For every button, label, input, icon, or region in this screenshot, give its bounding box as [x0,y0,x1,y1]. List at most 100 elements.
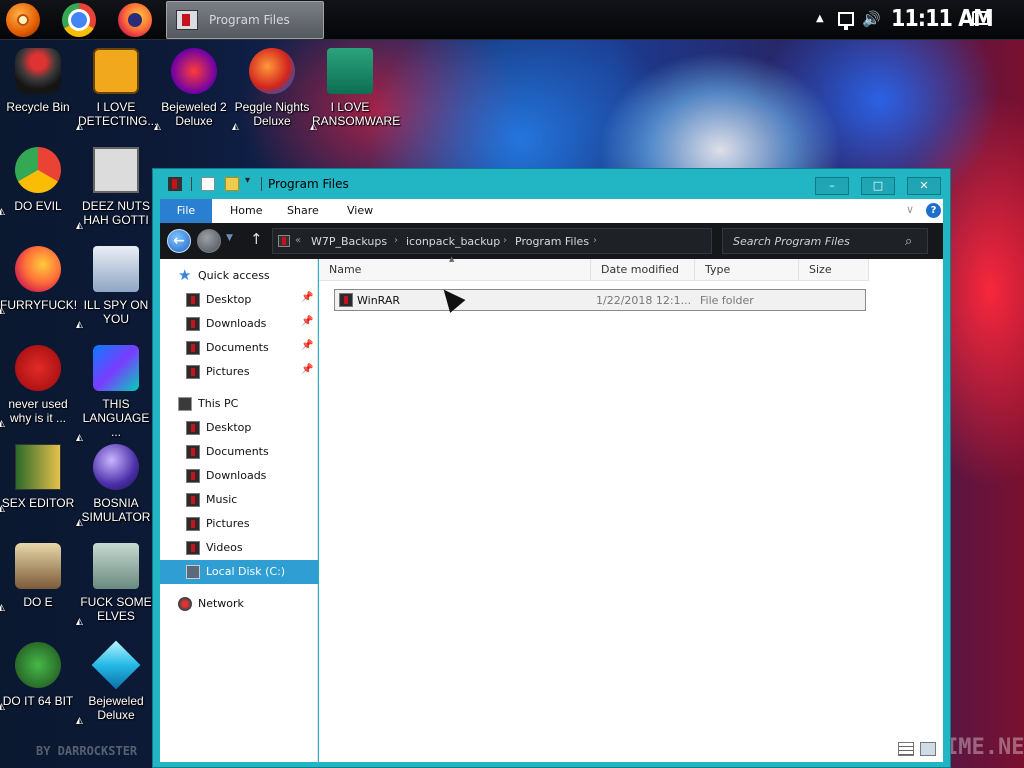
column-header-type[interactable]: Type [695,259,799,281]
volume-icon[interactable]: 🔊 [862,10,881,28]
details-view-icon[interactable] [898,742,914,756]
breadcrumb-item[interactable]: Program Files [515,235,589,248]
taskbar-button-program-files[interactable]: Program Files [166,1,324,39]
shortcut-arrow-icon: ◭ [76,221,83,231]
desktop-icon[interactable]: ◭ THIS LANGUAGE ... [76,345,154,443]
new-folder-icon[interactable] [225,177,239,191]
show-hidden-icons-icon[interactable]: ▲ [816,13,824,24]
tab-share[interactable]: Share [287,204,319,217]
action-center-icon[interactable] [972,11,989,25]
forward-button[interactable] [197,229,221,253]
desktop-icon[interactable]: Recycle Bin [0,48,76,114]
nav-this-pc[interactable]: This PC [160,392,318,416]
tab-view[interactable]: View [347,204,373,217]
nav-item-videos[interactable]: Videos [160,536,318,560]
large-icons-view-icon[interactable] [920,742,936,756]
properties-icon[interactable] [201,177,215,191]
breadcrumb-item[interactable]: iconpack_backup [406,235,500,248]
breadcrumb-separator-icon[interactable]: « [295,235,301,246]
shortcut-arrow-icon: ◭ [76,716,83,726]
desktop-icon[interactable]: ◭ ILL SPY ON YOU [76,246,154,330]
desktop-icon[interactable]: ◭ Bejeweled 2 Deluxe [154,48,232,132]
desktop-icon-label: I LOVE RANSOMWARE [312,100,401,128]
breadcrumb-separator-icon[interactable]: › [503,235,507,246]
desktop-icon[interactable]: ◭ DO IT 64 BIT [0,642,76,712]
breadcrumb-separator-icon[interactable]: › [394,235,398,246]
desktop-icon-label: Recycle Bin [6,100,70,114]
close-button[interactable]: ✕ [907,177,941,195]
minimize-button[interactable]: – [815,177,849,195]
pin-icon[interactable]: 📌 [301,316,313,327]
nav-item-label: Desktop [206,421,252,434]
nav-item-pictures[interactable]: Pictures 📌 [160,360,318,384]
nav-item-label: Music [206,493,238,506]
address-bar[interactable]: « W7P_Backups › iconpack_backup › Progra… [272,228,712,254]
shortcut-arrow-icon: ◭ [0,207,5,217]
window-app-icon[interactable] [168,177,182,191]
desktop-icon[interactable]: ◭ Peggle Nights Deluxe [232,48,310,132]
network-icon[interactable] [838,12,854,30]
nav-item-documents[interactable]: Documents [160,440,318,464]
nav-item-label: Quick access [198,269,270,282]
start-orb-icon[interactable] [6,3,40,37]
desktop-icon[interactable]: ◭ FUCK SOME ELVES [76,543,154,627]
recent-locations-chevron-icon[interactable]: ▼ [226,233,233,243]
pin-icon[interactable]: 📌 [301,364,313,375]
nav-item-documents[interactable]: Documents 📌 [160,336,318,360]
file-row[interactable]: WinRAR 1/22/2018 12:1... File folder [334,289,866,311]
desktop-icon[interactable]: ◭ BOSNIA SIMULATOR [76,444,154,528]
nav-network[interactable]: Network [160,592,318,616]
desktop-icon[interactable]: ◭ DO EVIL [0,147,76,217]
customize-toolbar-chevron-icon[interactable]: ▾ [245,175,259,189]
breadcrumb-item[interactable]: W7P_Backups [311,235,387,248]
column-header-name[interactable]: Name [319,259,591,281]
nav-item-desktop[interactable]: Desktop [160,416,318,440]
desktop-icon-label: DO IT 64 BIT [2,694,74,708]
tab-home[interactable]: Home [230,204,262,217]
firefox-icon[interactable] [118,3,152,37]
pin-icon[interactable]: 📌 [301,340,313,351]
column-header-size[interactable]: Size [799,259,869,281]
nav-item-desktop[interactable]: Desktop 📌 [160,288,318,312]
maximize-button[interactable]: □ [861,177,895,195]
firefox-icon [15,246,61,292]
breadcrumb-separator-icon[interactable]: › [593,235,597,246]
shortcut-arrow-icon: ◭ [76,320,83,330]
file-name: WinRAR [357,294,401,307]
portrait-icon [15,543,61,589]
desktop-icon[interactable]: ◭ I LOVE RANSOMWARE [310,48,401,132]
desktop-icon-label: FUCK SOME ELVES [80,595,152,623]
desktop-icon[interactable]: ◭ DEEZ NUTS HAH GOTTI [76,147,154,231]
shortcut-arrow-icon: ◭ [0,306,5,316]
tab-file[interactable]: File [160,199,212,223]
column-header-date-modified[interactable]: Date modified [591,259,695,281]
folder-icon [186,421,200,435]
folder-icon [186,445,200,459]
search-input[interactable]: Search Program Files ⌕ [722,228,928,254]
desktop-icon[interactable]: ◭ FURRYFUCK! [0,246,78,316]
nav-item-music[interactable]: Music [160,488,318,512]
nav-item-downloads[interactable]: Downloads 📌 [160,312,318,336]
expand-ribbon-chevron-icon[interactable]: ∨ [906,203,914,216]
separator [261,177,262,191]
desktop-icon[interactable]: ◭ I LOVE DETECTING... [76,48,157,132]
back-button[interactable]: ← [167,229,191,253]
title-bar[interactable]: ▾ Program Files – □ ✕ [153,169,950,199]
explorer-window: ▾ Program Files – □ ✕ File Home Share Vi… [152,168,951,768]
help-icon[interactable]: ? [926,203,941,218]
nav-item-downloads[interactable]: Downloads [160,464,318,488]
desktop-icon[interactable]: ◭ SEX EDITOR [0,444,76,514]
separator [191,177,192,191]
desktop-icon-label: FURRYFUCK! [0,298,78,312]
nav-item-pictures[interactable]: Pictures [160,512,318,536]
up-arrow-icon[interactable]: ↑ [250,230,263,248]
desktop-icon[interactable]: ◭ never used why is it ... [0,345,76,429]
pin-icon[interactable]: 📌 [301,292,313,303]
search-icon[interactable]: ⌕ [905,234,912,249]
desktop-icon[interactable]: ◭ Bejeweled Deluxe [76,640,154,726]
nav-item-local-disk-c[interactable]: Local Disk (C:) [160,560,318,584]
desktop-icon[interactable]: ◭ DO E [0,543,76,613]
desktop-icon-label: Peggle Nights Deluxe [234,100,310,128]
chrome-icon[interactable] [62,3,96,37]
nav-quick-access[interactable]: Quick access [160,264,318,288]
